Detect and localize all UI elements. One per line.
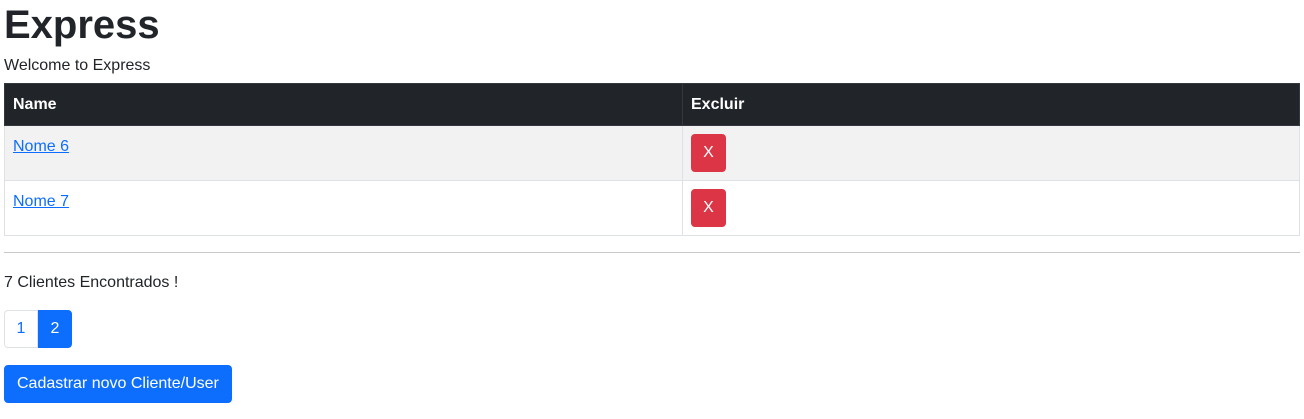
page-link-2[interactable]: 2 [38,310,72,348]
cell-name: Nome 7 [4,180,683,236]
welcome-text: Welcome to Express [4,57,151,74]
pagination: 1 2 [4,310,1300,348]
page-link-1[interactable]: 1 [4,310,38,348]
divider [4,252,1300,253]
column-header-name: Name [4,83,683,126]
table-header: Name Excluir [4,83,1300,126]
table-row: Nome 7 X [4,180,1300,236]
clients-table: Name Excluir Nome 6 X Nome 7 X [4,83,1300,236]
column-header-delete: Excluir [682,83,1300,126]
table-header-row: Name Excluir [4,83,1300,126]
delete-button[interactable]: X [691,189,726,227]
delete-button[interactable]: X [691,134,726,172]
table-row: Nome 6 X [4,125,1300,181]
cell-name: Nome 6 [4,125,683,181]
cell-delete: X [682,125,1300,181]
client-link[interactable]: Nome 7 [13,193,69,211]
cell-delete: X [682,180,1300,236]
results-count: 7 Clientes Encontrados ! [4,274,179,291]
client-link[interactable]: Nome 6 [13,138,69,156]
page-title: Express [4,3,160,47]
create-client-button[interactable]: Cadastrar novo Cliente/User [4,365,232,403]
page: Express Welcome to Express Name Excluir … [0,0,1304,419]
table-body: Nome 6 X Nome 7 X [4,125,1300,236]
